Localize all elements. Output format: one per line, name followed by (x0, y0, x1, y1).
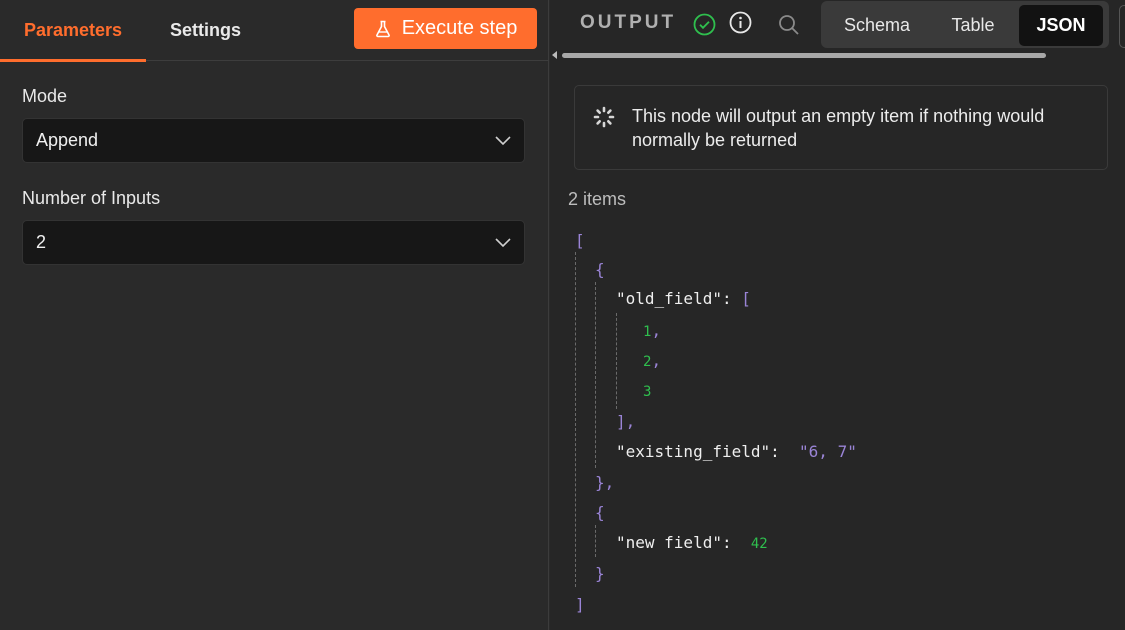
json-colon: : (770, 442, 800, 461)
indent-guide (616, 313, 617, 409)
json-array-open: [ (741, 289, 751, 308)
json-item-open: { (595, 260, 605, 279)
json-comma: , (651, 351, 662, 370)
json-line-old-field: "old_field": [ (616, 289, 751, 309)
json-root-close: ] (575, 595, 585, 614)
json-item-close: }, (595, 473, 615, 492)
json-root-open: [ (575, 231, 585, 250)
json-key: "new field" (616, 533, 722, 552)
execute-step-label: Execute step (401, 17, 518, 39)
tab-parameters[interactable]: Parameters (0, 0, 146, 62)
indent-guide (595, 525, 596, 557)
json-number: 42 (750, 536, 768, 552)
number-of-inputs-value: 2 (36, 232, 47, 252)
json-array-close: ], (616, 412, 636, 431)
mode-select[interactable]: Append (22, 118, 525, 163)
mode-label: Mode (22, 86, 68, 106)
parameters-panel: Parameters Settings Execute step Mode Ap… (0, 0, 549, 630)
json-array-value: 1, (643, 321, 661, 342)
indent-guide (575, 252, 576, 587)
json-string: "6, 7" (799, 442, 857, 461)
chevron-down-icon (495, 238, 511, 248)
json-array-value: 2, (643, 351, 661, 372)
tab-settings[interactable]: Settings (170, 0, 241, 61)
number-of-inputs-select[interactable]: 2 (22, 220, 525, 265)
json-item-open: { (595, 503, 605, 522)
json-comma: , (651, 321, 662, 340)
output-panel: OUTPUT Schema Table JSON This node will … (550, 0, 1125, 630)
json-view: [ { "old_field": [ 1, 2, 3 ], "existing_… (550, 0, 1125, 630)
json-key: "old_field" (616, 289, 722, 308)
json-line-new-field: "new field": 42 (616, 533, 768, 554)
node-editor: Parameters Settings Execute step Mode Ap… (0, 0, 1125, 630)
json-number: 3 (643, 384, 652, 400)
json-line-existing-field: "existing_field": "6, 7" (616, 442, 857, 462)
json-key: "existing_field" (616, 442, 771, 461)
json-colon: : (721, 289, 742, 308)
indent-guide (595, 282, 596, 468)
mode-value: Append (36, 130, 99, 150)
chevron-down-icon (495, 136, 511, 146)
execute-step-button[interactable]: Execute step (354, 8, 537, 49)
number-of-inputs-label: Number of Inputs (22, 188, 161, 208)
flask-icon (375, 20, 390, 37)
json-colon: : (721, 533, 751, 552)
json-array-value: 3 (643, 381, 651, 402)
json-item-close: } (595, 564, 605, 583)
